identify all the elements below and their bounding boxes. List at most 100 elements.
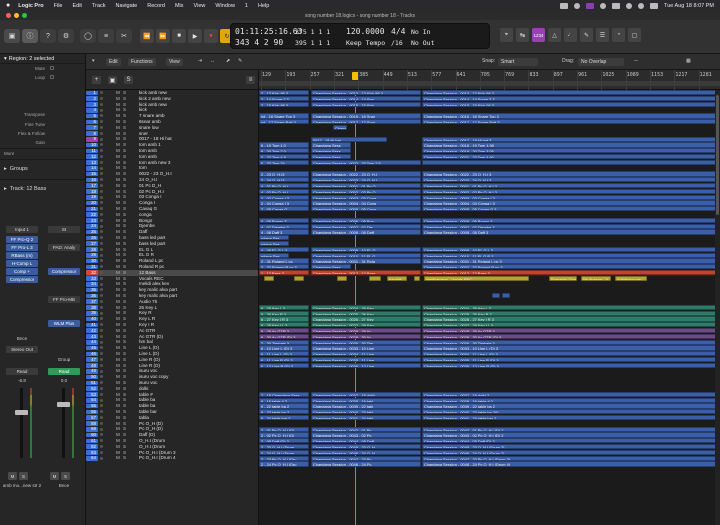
list-editors-icon[interactable]: ☰: [596, 28, 609, 42]
audio-region[interactable]: Chandana Sess: [311, 148, 351, 154]
menu-window[interactable]: Window: [215, 3, 235, 9]
audio-region[interactable]: Chandana Session - 0043 - 02 Pc O_H.I (D…: [422, 432, 720, 438]
mute-button[interactable]: M: [50, 472, 59, 480]
scrollbar-thumb[interactable]: [716, 95, 719, 215]
audio-region[interactable]: [294, 275, 304, 282]
plugin-slot[interactable]: RBass (m): [6, 252, 38, 259]
audio-region[interactable]: Chandana Session - 0045 - 23 O_H.I (Drum…: [422, 444, 720, 450]
mute-checkbox[interactable]: [50, 66, 54, 70]
record-enable-icon[interactable]: [100, 439, 103, 443]
audio-region[interactable]: Chandana Session - 0027 - 28 Key: [311, 322, 421, 328]
menu-mix[interactable]: Mix: [175, 3, 184, 9]
audio-region[interactable]: Chandana Session - 0014 - 14 Score 2.3: [422, 96, 720, 102]
menu-track[interactable]: Track: [92, 3, 106, 9]
wifi-icon[interactable]: [626, 2, 633, 9]
record-enable-icon[interactable]: [100, 323, 103, 327]
audio-region[interactable]: Chandana Sess: [311, 154, 351, 160]
audio-region[interactable]: Chandana Session - 0001 - 01 Pc O: [311, 183, 421, 189]
global-solo-icon[interactable]: S: [124, 76, 133, 84]
audio-region[interactable]: 6 - 10 Line L (D) 3: [259, 345, 309, 351]
audio-region[interactable]: Chandana Session - 0025 - 26 Key: [311, 310, 421, 316]
close-icon[interactable]: [6, 13, 11, 18]
audio-region[interactable]: Chandana Session - 0018 - 19 Tom 1.98: [422, 142, 720, 148]
audio-region[interactable]: 4 - 02 Pc O_H.I: [259, 188, 309, 195]
audio-region[interactable]: Chandana Session - 0034 - 11 Line L (D) …: [422, 351, 720, 357]
audio-region[interactable]: Chandana Session - 0039 - 22 tabl: [311, 403, 421, 409]
audio-region[interactable]: Chandana Session - 0005 - 05 Cavaq G 3: [422, 206, 720, 212]
rewind-icon[interactable]: ⏪: [140, 29, 154, 43]
audio-region[interactable]: Chandana Session - 0004 - 04 Conga I 3: [422, 200, 720, 206]
audio-region[interactable]: 9 - 16 table # 3: [259, 397, 309, 403]
plugin-slot[interactable]: PAD: Analy: [48, 244, 80, 251]
record-status-icon[interactable]: [574, 2, 581, 9]
audio-region[interactable]: Chandana Session - 0002 - 02 Pc O_H.I 3: [422, 188, 720, 195]
stop-icon[interactable]: ■: [172, 29, 186, 43]
more-section[interactable]: More: [0, 147, 85, 159]
audio-region[interactable]: Chandana Session - 0013 - 13 Kick 96.3: [422, 90, 720, 96]
record-enable-icon[interactable]: [100, 114, 103, 118]
audio-region[interactable]: Chandana Session - 0033 - 10 Line: [311, 345, 421, 351]
audio-region[interactable]: 4 - 01 Pc O_H.I: [259, 183, 309, 189]
record-enable-icon[interactable]: [100, 137, 103, 141]
menu-navigate[interactable]: Navigate: [116, 3, 138, 9]
zoom-icon[interactable]: [22, 13, 27, 18]
audio-region[interactable]: Chandana Session - 0004 - 04 Cong: [311, 200, 421, 206]
track-name[interactable]: Pc O_H.I (Drum 4: [139, 455, 176, 461]
audio-region[interactable]: 2 - 13 Kick 96.3: [259, 90, 309, 96]
notepad-icon[interactable]: ✎: [580, 28, 593, 42]
menu-view[interactable]: View: [194, 3, 206, 9]
audio-region[interactable]: 6 - 27 Key I R 3: [259, 316, 309, 322]
plugin-slot[interactable]: FF Pro-Q 2: [6, 236, 38, 243]
audio-region[interactable]: 6 - 29 Ac GTR 3: [259, 328, 309, 334]
audio-region[interactable]: 2 - 05 Cavaq G: [259, 206, 309, 212]
audio-region[interactable]: 2 - 23 Pc O_H.I (Dru: [259, 455, 309, 461]
audio-region[interactable]: Chandana Session - 0040 - 23 tabl: [311, 409, 421, 415]
input-slot[interactable]: St: [48, 226, 80, 233]
record-enable-icon[interactable]: [100, 299, 103, 303]
record-enable-icon[interactable]: [100, 154, 103, 158]
record-enable-icon[interactable]: [100, 375, 103, 379]
audio-region[interactable]: Chandana Session - 0027 - 28 Key I L 3: [422, 322, 720, 328]
record-enable-icon[interactable]: [100, 381, 103, 385]
audio-region[interactable]: [492, 293, 500, 299]
audio-region[interactable]: Chandana Session - 0038 - 16 tabl: [311, 397, 421, 403]
add-track-button[interactable]: +: [92, 76, 101, 84]
audio-region[interactable]: Chandana Session - 0006 - 06 Bongo 3: [422, 217, 720, 224]
menu-record[interactable]: Record: [147, 3, 165, 9]
audio-region[interactable]: Chandana Session - 0037 - 15 dolki 2: [422, 391, 720, 398]
snap-select[interactable]: Smart: [498, 58, 538, 66]
audio-region[interactable]: [502, 293, 510, 299]
vertical-scrollbar[interactable]: [715, 90, 720, 525]
audio-region[interactable]: Chandana Session - 0041 - 24 tabl: [311, 415, 421, 421]
record-enable-icon[interactable]: [100, 149, 103, 153]
audio-region[interactable]: Chand: [333, 125, 347, 131]
inspector-button[interactable]: ⓘ: [22, 29, 38, 43]
audio-region[interactable]: [369, 275, 381, 282]
audio-region[interactable]: Chandana Session - 0022 - 23 Tom 2.5: [311, 159, 421, 166]
plugin-slot[interactable]: FF Pro-MB: [48, 296, 80, 303]
record-enable-icon[interactable]: [100, 352, 103, 356]
timeline-ruler[interactable]: 129 193 257 321 385 449 513 577 641 705 769 833 897 9…: [258, 70, 720, 90]
mixer-button[interactable]: ≡: [98, 29, 114, 43]
audio-region[interactable]: Chandana Session - 0024 - 25 Key L 3: [422, 304, 720, 311]
audio-region[interactable]: 2 - 23 O_H.I (Drum: [259, 444, 309, 450]
group-label[interactable]: Group: [44, 357, 84, 362]
loop-browser-icon[interactable]: ◔: [612, 28, 625, 42]
library-button[interactable]: ▣: [4, 29, 20, 43]
audio-region[interactable]: Chandana Session - 0016 - 16 Snare Top 3: [422, 113, 720, 119]
audio-region[interactable]: Chandana Session - 0006 - 06 Bon: [311, 217, 421, 224]
flex-icon[interactable]: ↔: [210, 58, 215, 64]
audio-region[interactable]: ndana Ses: [259, 252, 289, 258]
audio-region[interactable]: Chandana Session - 0022 - 23 O_H.I 3: [422, 171, 720, 177]
record-enable-icon[interactable]: [100, 143, 103, 147]
record-enable-icon[interactable]: [100, 415, 103, 419]
record-enable-icon[interactable]: [100, 236, 103, 240]
control-center-icon[interactable]: [650, 2, 659, 9]
param-flex[interactable]: Flex & Follow: [0, 129, 85, 138]
param-fine-tune[interactable]: Fine Tune: [0, 120, 85, 129]
track-header-settings-icon[interactable]: ≡: [246, 76, 255, 84]
audio-region[interactable]: Chandana Session - 0001 - 01 Pc O_H.I 3: [422, 183, 720, 189]
audio-region[interactable]: Chandana Session - 0031 - 31 Rola: [311, 258, 421, 264]
param-loop[interactable]: Loop: [0, 73, 85, 82]
audio-region[interactable]: 6 - 19 Tom 1.0: [259, 142, 309, 148]
